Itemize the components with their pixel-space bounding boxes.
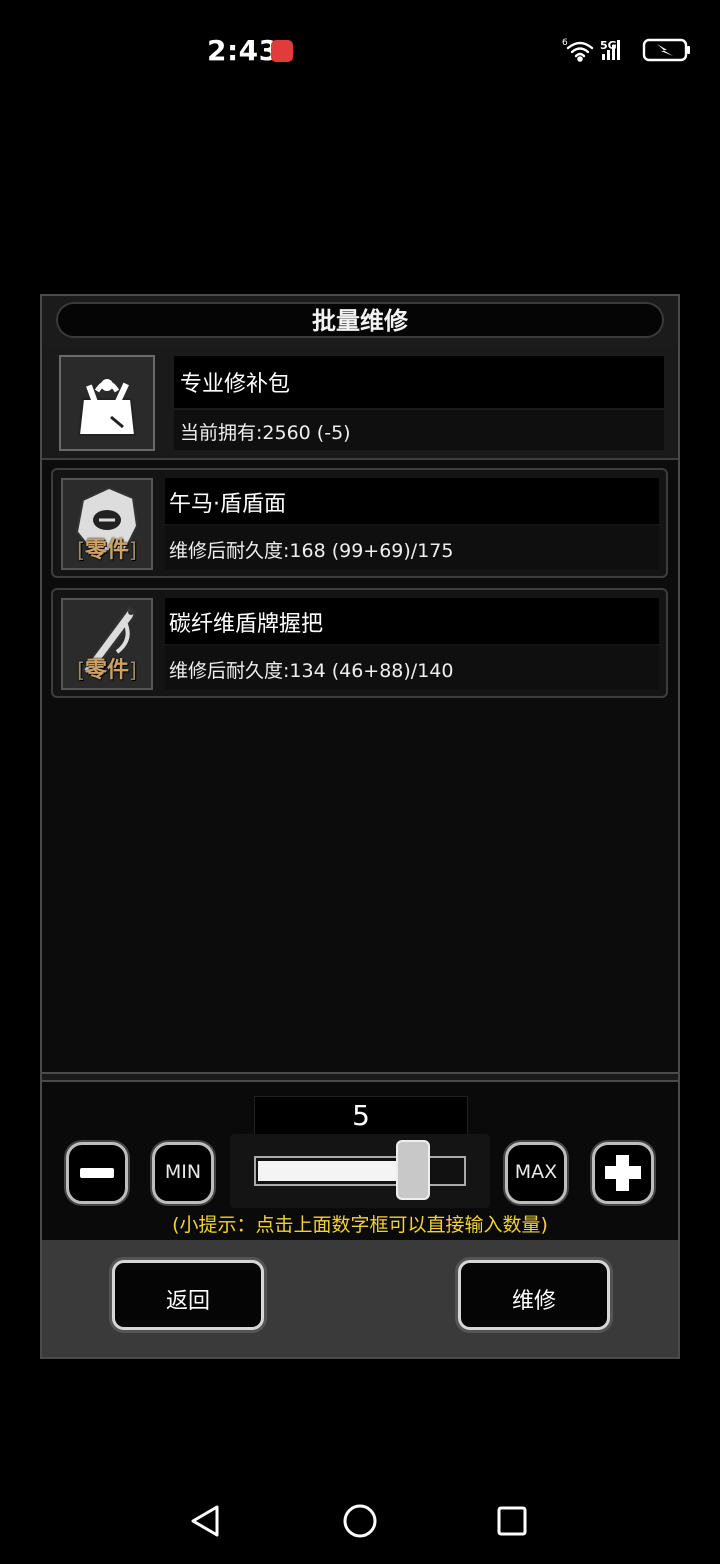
slider-handle[interactable] <box>396 1140 430 1200</box>
shield-face-icon: [零件] <box>61 478 153 570</box>
min-button[interactable]: MIN <box>152 1142 214 1204</box>
battery-charging-icon <box>642 38 690 62</box>
minus-icon <box>80 1168 114 1178</box>
item-durability: 维修后耐久度:134 (46+88)/140 <box>169 660 454 682</box>
dialog-footer: 返回 维修 <box>42 1240 678 1357</box>
toolbox-icon <box>59 355 155 451</box>
status-time: 2:43 <box>207 34 279 67</box>
min-label: MIN <box>164 1161 202 1183</box>
dialog-title: 批量维修 <box>312 307 408 335</box>
item-durability-field: 维修后耐久度:134 (46+88)/140 <box>165 646 659 690</box>
app-notification-icon <box>271 40 293 62</box>
quantity-value[interactable]: 5 <box>255 1099 467 1132</box>
parts-tag-text: 零件 <box>84 658 129 683</box>
back-label: 返回 <box>165 1289 210 1314</box>
parts-tag: [零件] <box>77 658 137 683</box>
kit-owned-field: 当前拥有:2560 (-5) <box>174 410 664 450</box>
list-item[interactable]: [零件] 碳纤维盾牌握把 维修后耐久度:134 (46+88)/140 <box>51 588 668 698</box>
batch-repair-dialog: 批量维修 专业修补包 当前拥有:2560 (-5) [零件] 午马·盾盾面 维修… <box>40 294 680 1359</box>
quantity-slider[interactable] <box>230 1134 490 1208</box>
kit-owned-count: 当前拥有:2560 (-5) <box>180 422 351 444</box>
back-button[interactable]: 返回 <box>112 1260 264 1330</box>
slider-track[interactable] <box>254 1156 466 1186</box>
item-durability: 维修后耐久度:168 (99+69)/175 <box>169 540 454 562</box>
status-bar: 2:43 6 5G <box>0 0 720 100</box>
wifi-badge: 6 <box>562 38 568 48</box>
wifi-icon <box>566 41 594 62</box>
title-pill: 批量维修 <box>56 302 664 338</box>
repair-kit-panel: 专业修补包 当前拥有:2560 (-5) <box>42 348 678 460</box>
item-name: 午马·盾盾面 <box>169 492 286 517</box>
increment-button[interactable] <box>592 1142 654 1204</box>
quantity-controls: 5 MIN MAX (小提示：点击上面数字框可以直接输入数量) <box>42 1082 678 1240</box>
repair-label: 维修 <box>511 1289 556 1314</box>
hint-text: (小提示：点击上面数字框可以直接输入数量) <box>172 1214 548 1236</box>
repair-item-list[interactable]: [零件] 午马·盾盾面 维修后耐久度:168 (99+69)/175 [零件] … <box>42 460 678 1072</box>
kit-name: 专业修补包 <box>180 372 291 397</box>
item-name: 碳纤维盾牌握把 <box>169 612 324 637</box>
max-button[interactable]: MAX <box>505 1142 567 1204</box>
back-triangle-icon[interactable] <box>191 1505 219 1537</box>
home-circle-icon[interactable] <box>343 1504 377 1538</box>
navigation-bar <box>0 1480 720 1560</box>
decrement-button[interactable] <box>66 1142 128 1204</box>
item-name-field: 午马·盾盾面 <box>165 478 659 524</box>
item-durability-field: 维修后耐久度:168 (99+69)/175 <box>165 526 659 570</box>
recents-square-icon[interactable] <box>497 1506 527 1536</box>
dialog-header: 批量维修 <box>42 296 678 350</box>
repair-button[interactable]: 维修 <box>458 1260 610 1330</box>
quantity-input[interactable]: 5 <box>254 1096 468 1136</box>
system-status-icons: 6 5G <box>562 38 690 62</box>
kit-name-field: 专业修补包 <box>174 356 664 408</box>
item-name-field: 碳纤维盾牌握把 <box>165 598 659 644</box>
plus-icon-vertical <box>616 1155 629 1191</box>
max-label: MAX <box>514 1161 558 1183</box>
section-divider <box>42 1072 678 1082</box>
list-item[interactable]: [零件] 午马·盾盾面 维修后耐久度:168 (99+69)/175 <box>51 468 668 578</box>
parts-tag-text: 零件 <box>84 538 129 563</box>
parts-tag: [零件] <box>77 538 137 563</box>
shield-grip-icon: [零件] <box>61 598 153 690</box>
